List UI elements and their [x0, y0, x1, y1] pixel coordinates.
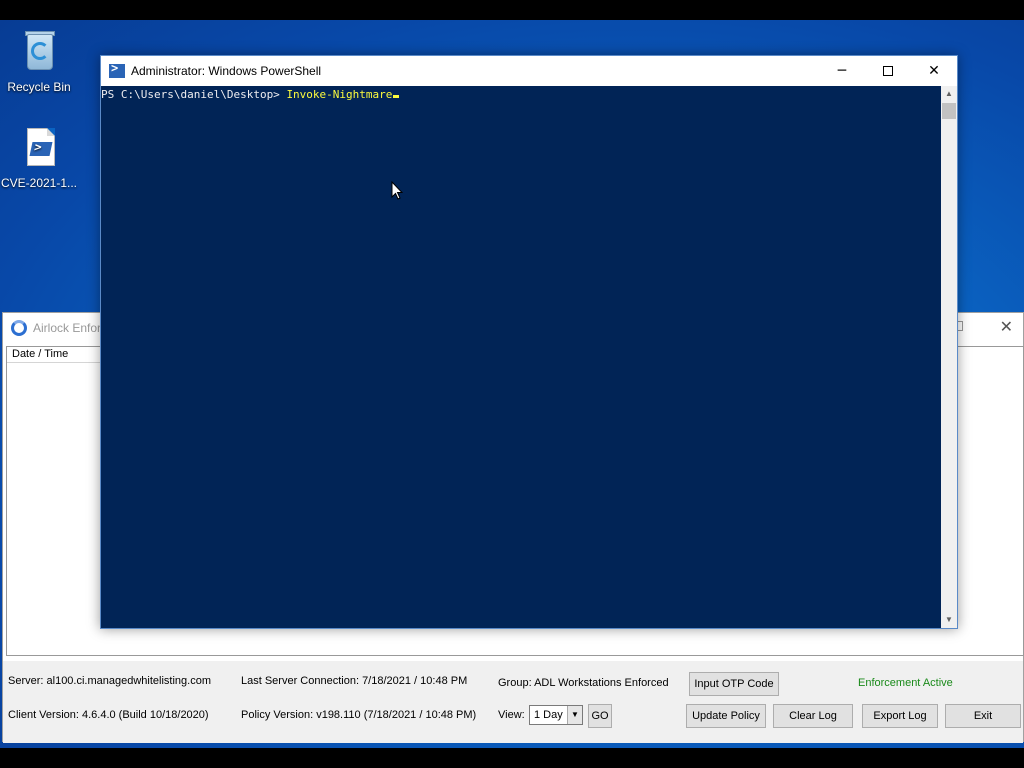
desktop: Recycle Bin CVE-2021-1... Airlock Enfor …	[0, 20, 1024, 748]
airlock-title: Airlock Enfor	[33, 321, 102, 335]
maximize-icon	[883, 66, 893, 76]
desktop-icon-label: Recycle Bin	[7, 80, 71, 94]
close-icon[interactable]: ✕	[1000, 317, 1013, 336]
scrollbar-thumb[interactable]	[942, 103, 956, 119]
vertical-scrollbar[interactable]: ▲ ▼	[941, 86, 957, 628]
airlock-status-panel: Server: al100.ci.managedwhitelisting.com…	[3, 661, 1023, 743]
clear-log-button[interactable]: Clear Log	[773, 704, 853, 728]
airlock-logo-icon	[11, 320, 27, 336]
export-log-button[interactable]: Export Log	[862, 704, 938, 728]
close-button[interactable]: ✕	[911, 56, 957, 86]
scroll-down-arrow-icon[interactable]: ▼	[941, 612, 957, 628]
console-command: Invoke-Nightmare	[286, 88, 393, 101]
powershell-title: Administrator: Windows PowerShell	[131, 64, 322, 78]
desktop-icon-recycle-bin[interactable]: Recycle Bin	[0, 28, 78, 94]
desktop-icon-label: CVE-2021-1...	[0, 176, 78, 190]
powershell-script-icon	[15, 124, 63, 172]
policy-version-label: Policy Version: v198.110 (7/18/2021 / 10…	[241, 709, 477, 721]
client-version-label: Client Version: 4.6.4.0 (Build 10/18/202…	[8, 709, 209, 721]
recycle-bin-icon	[15, 28, 63, 76]
group-label: Group: ADL Workstations Enforced	[498, 677, 669, 689]
powershell-icon	[109, 61, 125, 78]
go-button[interactable]: GO	[588, 704, 612, 728]
view-select[interactable]: 1 Day ▼	[529, 705, 583, 725]
server-label: Server: al100.ci.managedwhitelisting.com	[8, 675, 211, 687]
chevron-down-icon[interactable]: ▼	[567, 706, 582, 724]
console-prompt: PS C:\Users\daniel\Desktop>	[101, 88, 287, 101]
scroll-up-arrow-icon[interactable]: ▲	[941, 86, 957, 102]
text-cursor	[393, 95, 400, 98]
exit-button[interactable]: Exit	[945, 704, 1021, 728]
view-select-value: 1 Day	[534, 709, 563, 721]
input-otp-button[interactable]: Input OTP Code	[689, 672, 779, 696]
maximize-button[interactable]	[865, 56, 911, 86]
powershell-titlebar[interactable]: Administrator: Windows PowerShell ─ ✕	[101, 56, 957, 86]
view-label: View:	[498, 709, 525, 721]
desktop-icon-cve-script[interactable]: CVE-2021-1...	[0, 124, 78, 190]
last-connection-label: Last Server Connection: 7/18/2021 / 10:4…	[241, 675, 468, 687]
update-policy-button[interactable]: Update Policy	[686, 704, 766, 728]
enforcement-status: Enforcement Active	[858, 677, 953, 689]
powershell-window: Administrator: Windows PowerShell ─ ✕ PS…	[100, 55, 958, 629]
minimize-button[interactable]: ─	[819, 56, 865, 86]
powershell-console[interactable]: PS C:\Users\daniel\Desktop> Invoke-Night…	[101, 86, 941, 628]
